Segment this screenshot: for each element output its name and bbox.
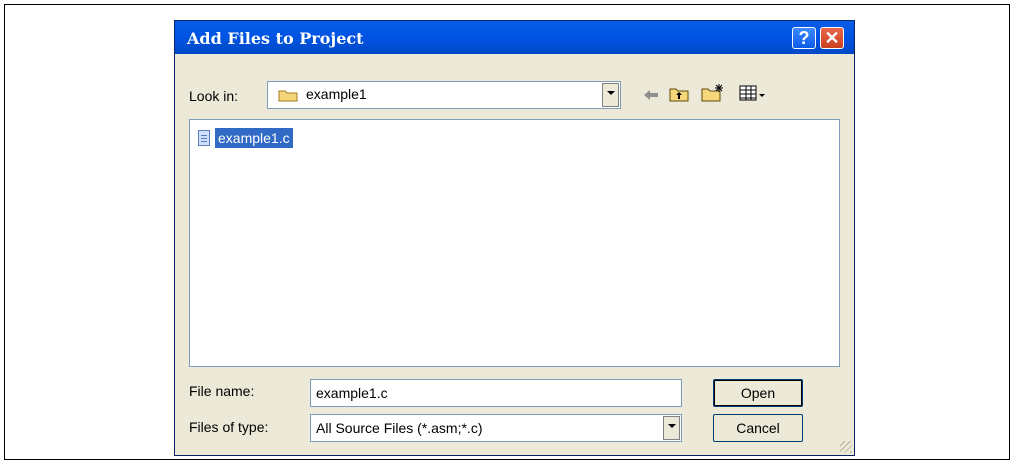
close-button[interactable]: ✕ [820,27,844,49]
title-bar[interactable]: Add Files to Project ? ✕ [175,21,854,54]
cancel-button[interactable]: Cancel [713,414,803,442]
look-in-chevron-down-icon[interactable] [602,83,619,107]
up-folder-icon[interactable] [669,85,689,103]
question-mark-icon: ? [798,28,810,48]
back-arrow-icon[interactable] [643,88,659,102]
open-button[interactable]: Open [713,379,803,407]
file-type-chevron-down-icon[interactable] [663,416,680,440]
view-menu-icon[interactable] [739,85,767,103]
look-in-label: Look in: [189,88,239,104]
look-in-value: example1 [306,86,367,102]
look-in-dropdown[interactable]: example1 [267,81,621,109]
add-files-dialog: Add Files to Project ? ✕ Look in: exampl… [174,20,855,456]
help-button[interactable]: ? [792,27,816,49]
close-x-icon: ✕ [824,28,840,48]
file-name-field[interactable]: example1.c [310,379,682,407]
file-name-label: File name: [189,383,255,399]
file-item-name: example1.c [215,128,293,148]
file-type-dropdown[interactable]: All Source Files (*.asm;*.c) [310,414,682,442]
file-type-label: Files of type: [189,419,269,435]
file-list[interactable]: example1.c [189,119,840,367]
file-type-value: All Source Files (*.asm;*.c) [316,420,483,436]
c-file-icon [198,130,210,146]
resize-grip[interactable] [840,441,852,453]
dialog-title: Add Files to Project [187,29,364,48]
folder-icon [278,90,298,102]
new-folder-icon[interactable] [701,83,725,103]
